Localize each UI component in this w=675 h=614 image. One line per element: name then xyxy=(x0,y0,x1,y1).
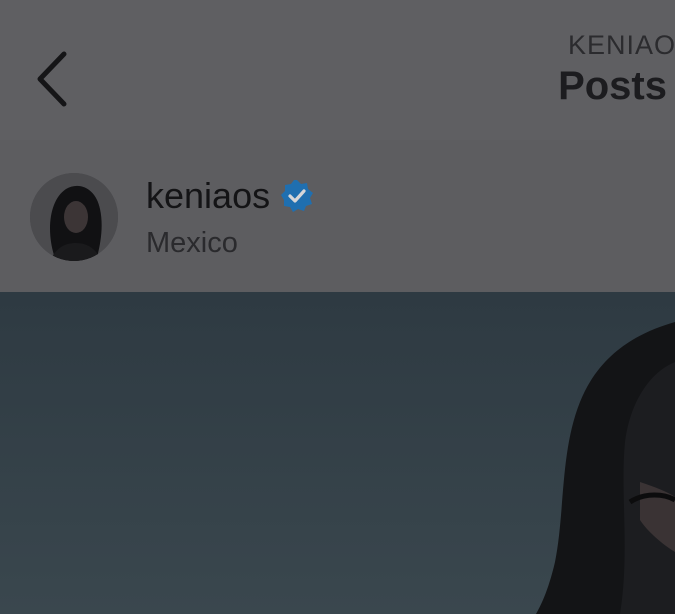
avatar-image xyxy=(30,173,118,261)
chevron-left-icon xyxy=(37,51,67,107)
post-photo xyxy=(0,292,675,614)
page-title: Posts xyxy=(558,64,667,108)
location-link[interactable]: Mexico xyxy=(146,224,238,262)
account-name-heading: KENIAOS xyxy=(567,30,675,60)
post-screen: KENIAOS Posts keniaos Mexico xyxy=(0,0,675,614)
post-author-row: keniaos Mexico xyxy=(0,140,675,292)
verified-badge-icon xyxy=(281,180,314,212)
top-navigation-bar: KENIAOS Posts xyxy=(0,0,675,140)
avatar[interactable] xyxy=(30,173,118,261)
back-button[interactable] xyxy=(26,48,78,110)
username-line: keniaos xyxy=(146,174,314,218)
username-link[interactable]: keniaos xyxy=(146,174,270,218)
header-titles: KENIAOS Posts xyxy=(558,28,675,110)
post-image[interactable] xyxy=(0,292,675,614)
